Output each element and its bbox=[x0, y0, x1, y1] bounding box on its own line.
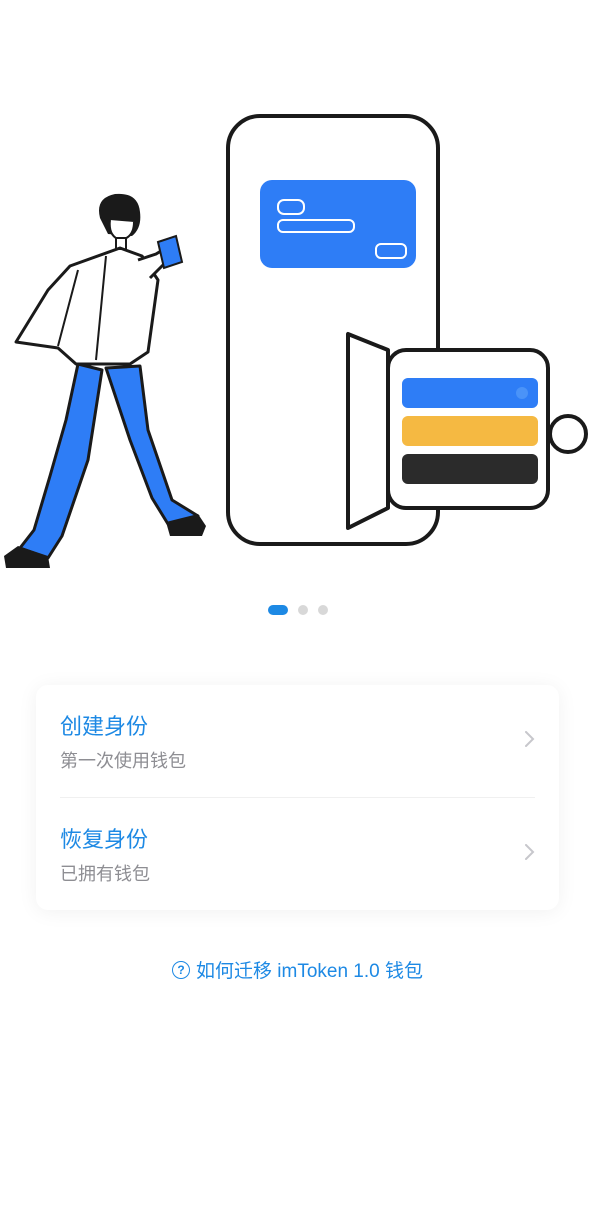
help-text: 如何迁移 imToken 1.0 钱包 bbox=[196, 956, 423, 983]
restore-identity-title: 恢复身份 bbox=[60, 822, 150, 854]
onboarding-illustration bbox=[0, 20, 595, 580]
pagination-dot[interactable] bbox=[318, 605, 328, 615]
create-identity-option[interactable]: 创建身份 第一次使用钱包 bbox=[36, 685, 559, 797]
restore-identity-option[interactable]: 恢复身份 已拥有钱包 bbox=[36, 798, 559, 910]
create-identity-title: 创建身份 bbox=[60, 709, 186, 741]
pagination-dot[interactable] bbox=[298, 605, 308, 615]
options-card: 创建身份 第一次使用钱包 恢复身份 已拥有钱包 bbox=[36, 685, 559, 910]
migration-help-link[interactable]: ? 如何迁移 imToken 1.0 钱包 bbox=[0, 956, 595, 983]
pagination-dots bbox=[0, 605, 595, 615]
create-identity-subtitle: 第一次使用钱包 bbox=[60, 747, 186, 773]
chevron-right-icon bbox=[525, 730, 535, 753]
restore-identity-subtitle: 已拥有钱包 bbox=[60, 860, 150, 886]
chevron-right-icon bbox=[525, 843, 535, 866]
help-icon: ? bbox=[172, 961, 190, 979]
pagination-dot-active[interactable] bbox=[268, 605, 288, 615]
